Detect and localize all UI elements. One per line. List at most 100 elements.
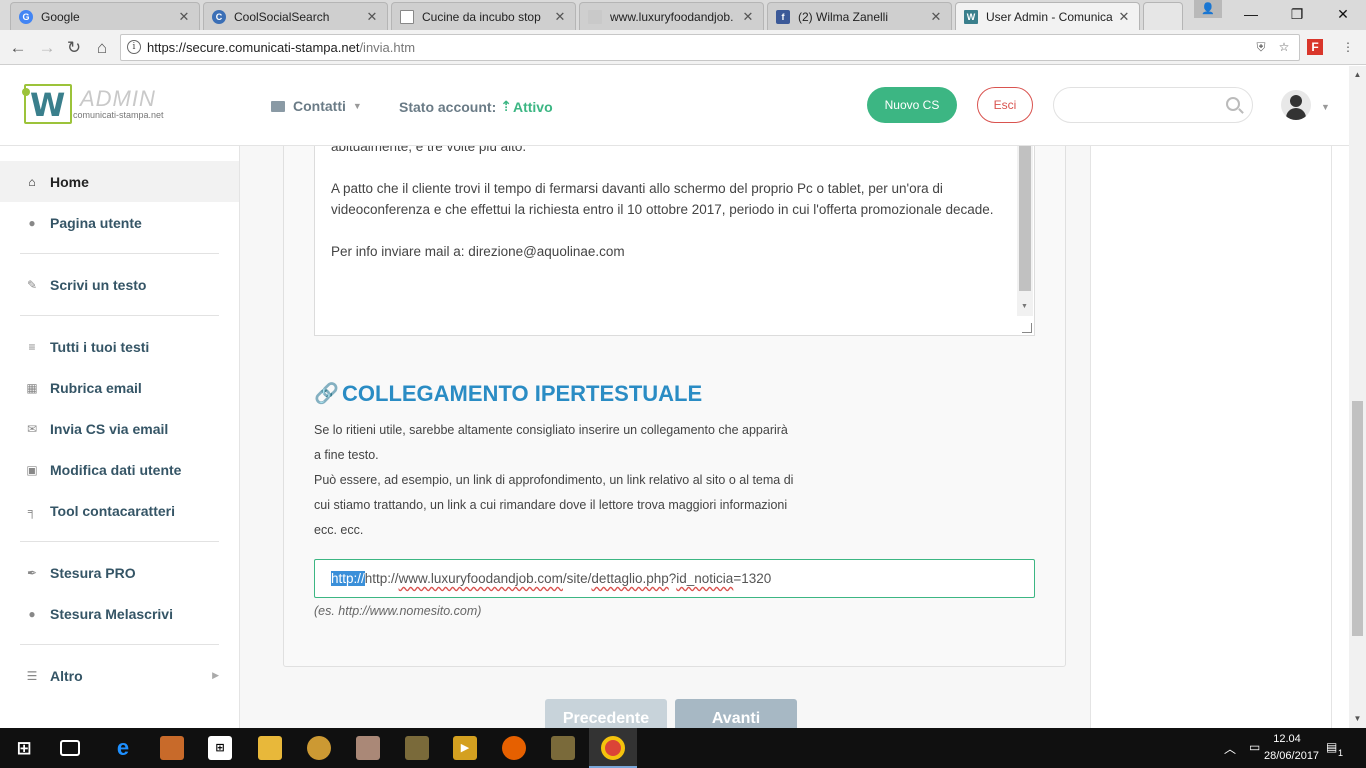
address-bar[interactable]: i https://secure.comunicati-stampa.net/i… [120, 34, 1300, 61]
page-scrollbar-thumb[interactable] [1352, 401, 1363, 636]
resize-handle-icon[interactable] [1022, 323, 1032, 333]
browser-tab-user-admin[interactable]: W User Admin - Comunica ✕ [955, 2, 1140, 30]
textarea-line: Per info inviare mail a: direzione@aquol… [331, 244, 625, 259]
close-tab-icon[interactable]: ✕ [741, 9, 755, 25]
logout-button[interactable]: Esci [977, 87, 1033, 123]
avatar-caret-icon[interactable]: ▼ [1321, 102, 1330, 112]
task-view-icon[interactable] [60, 740, 80, 756]
link-icon: 🔗 [314, 383, 339, 405]
app-icon[interactable] [551, 736, 575, 760]
scroll-down-arrow-icon[interactable]: ▼ [1349, 714, 1366, 723]
coolsocialsearch-favicon-icon: C [212, 9, 226, 24]
file-explorer-icon[interactable] [258, 736, 282, 760]
app-icon[interactable] [356, 736, 380, 760]
windows-start-icon[interactable]: ⊞ [12, 736, 36, 760]
avatar[interactable] [1281, 90, 1311, 120]
sidebar-item-tool[interactable]: ╕ Tool contacaratteri [0, 490, 239, 531]
sidebar-item-pagina-utente[interactable]: ● Pagina utente [0, 202, 239, 243]
firefox-icon[interactable] [502, 736, 526, 760]
search-icon[interactable] [1226, 97, 1240, 111]
reload-icon[interactable]: ↻ [63, 37, 85, 59]
close-window-icon[interactable]: ✕ [1320, 0, 1366, 30]
close-tab-icon[interactable]: ✕ [177, 9, 191, 25]
text-body-textarea[interactable]: abitualmente, è tre volte più alto. A pa… [314, 146, 1035, 336]
media-player-icon[interactable]: ▶ [453, 736, 477, 760]
app-icon[interactable] [160, 736, 184, 760]
tray-chevron-icon[interactable]: ︿ [1224, 740, 1236, 757]
scroll-down-arrow-icon[interactable]: ▼ [1021, 296, 1028, 317]
sidebar-item-label: Altro [50, 667, 83, 684]
link-text-part: id_noticia [676, 571, 734, 586]
close-tab-icon[interactable]: ✕ [1117, 9, 1131, 25]
sidebar-item-scrivi[interactable]: ✎ Scrivi un testo [0, 264, 239, 305]
sidebar-item-home[interactable]: ⌂ Home [0, 161, 239, 202]
sidebar-item-stesura-pro[interactable]: ✒ Stesura PRO [0, 552, 239, 593]
sidebar-item-altro[interactable]: ☰ Altro ▶ [0, 655, 239, 696]
store-icon[interactable]: ⊞ [208, 736, 232, 760]
account-status-label: Stato account: [399, 98, 497, 115]
sidebar-item-stesura-melascrivi[interactable]: ● Stesura Melascrivi [0, 593, 239, 634]
tab-title: User Admin - Comunica [986, 9, 1113, 24]
main-content: abitualmente, è tre volte più alto. A pa… [240, 146, 1090, 728]
sidebar-item-label: Pagina utente [50, 214, 142, 231]
home-button-icon[interactable]: ⌂ [91, 37, 113, 59]
contacts-menu[interactable]: Contatti ▼ [271, 98, 362, 114]
restore-icon[interactable]: ❐ [1274, 0, 1320, 30]
sidebar-item-label: Invia CS via email [50, 420, 169, 437]
scroll-up-arrow-icon[interactable]: ▲ [1349, 70, 1366, 79]
forward-icon[interactable]: → [36, 37, 58, 59]
search-input[interactable] [1053, 87, 1253, 123]
chrome-menu-icon[interactable]: ⋮ [1340, 39, 1356, 55]
chevron-right-icon: ▶ [212, 670, 219, 680]
tab-title: Google [41, 9, 80, 24]
browser-tab-coolsocialsearch[interactable]: C CoolSocialSearch ✕ [203, 2, 388, 30]
previous-button[interactable]: Precedente [545, 699, 667, 728]
textarea-scrollbar[interactable]: ▼ [1017, 146, 1033, 316]
sidebar-item-rubrica[interactable]: ▦ Rubrica email [0, 367, 239, 408]
logo[interactable]: W ADMIN comunicati-stampa.net [22, 84, 174, 128]
new-tab-button[interactable] [1143, 2, 1183, 30]
taskbar-clock[interactable]: 12.04 28/06/2017 [1264, 731, 1319, 765]
form-panel: abitualmente, è tre volte più alto. A pa… [283, 146, 1066, 667]
bookmark-star-icon[interactable]: ☆ [1276, 39, 1292, 55]
new-cs-button[interactable]: Nuovo CS [867, 87, 957, 123]
tool-icon: ╕ [27, 503, 37, 518]
shield-icon[interactable]: ⛨ [1253, 39, 1269, 55]
sidebar-item-modifica-dati[interactable]: ▣ Modifica dati utente [0, 449, 239, 490]
back-icon[interactable]: ← [7, 37, 29, 59]
browser-tab-google[interactable]: G Google ✕ [10, 2, 200, 30]
sidebar-item-tutti-testi[interactable]: ≡ Tutti i tuoi testi [0, 326, 239, 367]
hyperlink-input[interactable]: http://http://www.luxuryfoodandjob.com/s… [314, 559, 1035, 598]
envelope-icon: ✉ [26, 421, 38, 436]
minimize-icon[interactable]: — [1228, 0, 1274, 30]
logo-dot [22, 88, 30, 96]
next-button[interactable]: Avanti [675, 699, 797, 728]
apple-icon: ● [28, 606, 36, 621]
textarea-scrollbar-thumb[interactable] [1019, 146, 1031, 291]
app-icon[interactable] [405, 736, 429, 760]
site-info-icon[interactable]: i [127, 40, 141, 54]
edge-icon[interactable]: e [111, 736, 135, 760]
close-tab-icon[interactable]: ✕ [365, 9, 379, 25]
close-tab-icon[interactable]: ✕ [553, 9, 567, 25]
action-center-icon[interactable]: ▤ [1326, 740, 1337, 754]
browser-tab-luxuryfoodandjob[interactable]: www.luxuryfoodandjob. ✕ [579, 2, 764, 30]
browser-tab-facebook[interactable]: f (2) Wilma Zanelli ✕ [767, 2, 952, 30]
browser-tab-cucine[interactable]: Cucine da incubo stop ✕ [391, 2, 576, 30]
sidebar-divider [20, 644, 219, 645]
page-scrollbar[interactable]: ▲ ▼ [1349, 66, 1366, 728]
close-tab-icon[interactable]: ✕ [929, 9, 943, 25]
address-book-icon: ▦ [26, 380, 38, 395]
pencil-square-icon: ▣ [26, 462, 38, 477]
tab-title: www.luxuryfoodandjob. [610, 9, 734, 24]
chrome-icon[interactable] [601, 736, 625, 760]
clock-time: 12.04 [1273, 733, 1301, 745]
sidebar-item-invia-email[interactable]: ✉ Invia CS via email [0, 408, 239, 449]
sidebar: ⌂ Home ● Pagina utente ✎ Scrivi un testo… [0, 146, 240, 728]
app-icon[interactable] [307, 736, 331, 760]
extension-icon[interactable]: F [1307, 39, 1323, 55]
network-icon[interactable]: ▭ [1249, 740, 1260, 754]
link-desc-paragraph: Se lo ritieni utile, sarebbe altamente c… [314, 423, 788, 462]
chrome-profile-icon[interactable]: 👤 [1194, 0, 1222, 18]
browser-toolbar: ← → ↻ ⌂ i https://secure.comunicati-stam… [0, 30, 1366, 65]
